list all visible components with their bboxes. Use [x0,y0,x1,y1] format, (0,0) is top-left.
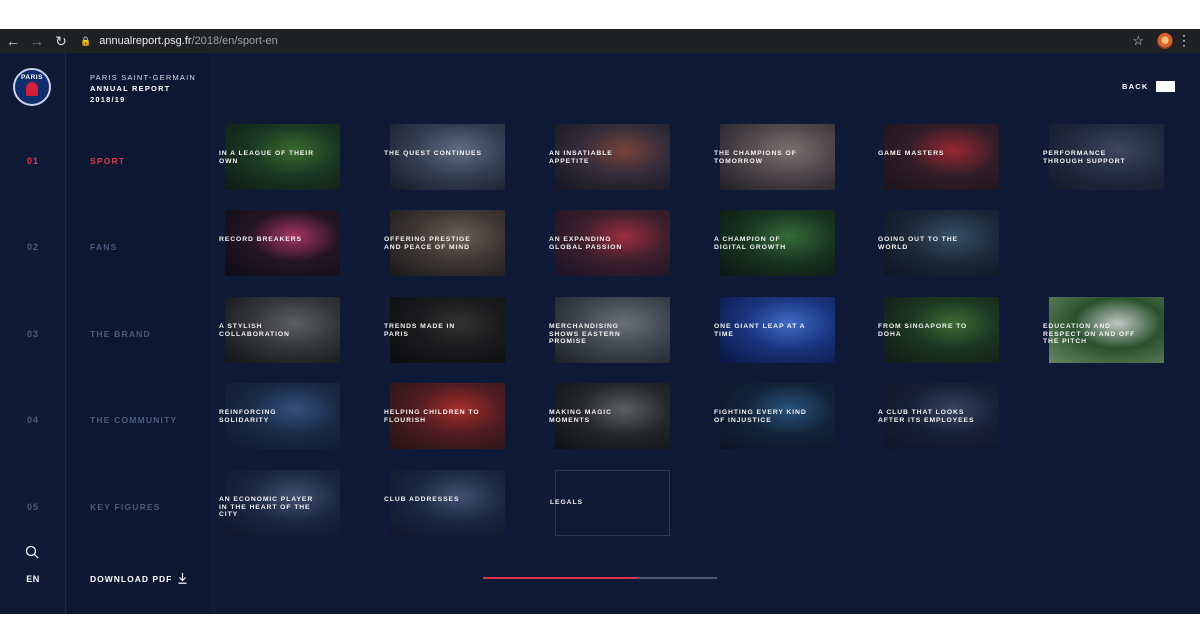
download-label: DOWNLOAD PDF [90,573,173,584]
lock-icon: 🔒 [80,35,92,46]
article-tile[interactable]: Club addresses [384,470,505,536]
article-title: The quest continues [384,150,482,157]
article-title: A champion of digital growth [714,236,787,251]
scroll-progress [483,577,717,579]
rail-number[interactable]: 03 [0,329,66,339]
article-tile[interactable]: In a league of their own [219,124,340,190]
article-tile[interactable]: Performance through support [1043,124,1164,190]
article-title: From Singapore to Doha [878,323,968,338]
menu-item-the-community[interactable]: THE COMMUNITY [90,415,177,425]
article-tile[interactable]: A stylish collaboration [219,297,340,363]
article-title: Club addresses [384,496,460,503]
article-tile[interactable]: Reinforcing solidarity [219,383,340,449]
rail-number[interactable]: 02 [0,242,66,252]
article-tile[interactable]: Offering prestige and peace of mind [384,210,505,276]
article-tile[interactable]: The champions of tomorrow [714,124,835,190]
article-tile[interactable]: An insatiable appetite [549,124,670,190]
reload-icon[interactable]: ↻ [50,31,72,51]
article-tile[interactable]: Education and respect on and off the pit… [1043,297,1164,363]
psg-logo[interactable]: PARIS [13,68,51,106]
article-title: A club that looks after its employees [878,409,975,424]
arrow-right-icon[interactable]: → [26,31,48,51]
menu-item-fans[interactable]: FANS [90,242,117,252]
article-title: In a league of their own [219,150,314,165]
article-title: An expanding global passion [549,236,623,251]
menu-item-sport[interactable]: SPORT [90,156,125,166]
url-path: /2018/en/sport-en [191,35,278,47]
article-tile[interactable]: From Singapore to Doha [878,297,999,363]
article-title: Offering prestige and peace of mind [384,236,471,251]
section-menu: PARIS SAINT-GERMAIN ANNUAL REPORT 2018/1… [66,53,210,614]
rail-number[interactable]: 05 [0,502,66,512]
article-title: Performance through support [1043,150,1126,165]
scroll-progress-fill [483,577,638,579]
rail-number[interactable]: 01 [0,156,66,166]
article-tile[interactable]: The quest continues [384,124,505,190]
article-tile[interactable]: A club that looks after its employees [878,383,999,449]
logo-text: PARIS [21,74,43,81]
left-rail: PARIS 01 02 03 04 05 EN [0,53,66,614]
menu-item-key-figures[interactable]: KEY FIGURES [90,502,161,512]
article-tile[interactable]: Trends made in Paris [384,297,505,363]
back-link[interactable]: BACK [1122,82,1148,91]
article-tile[interactable]: Making magic moments [549,383,670,449]
eiffel-tower-icon [26,82,38,96]
language-switch[interactable]: EN [0,574,66,584]
article-title: Going out to the world [878,236,958,251]
star-icon[interactable]: ☆ [1132,33,1144,49]
article-title: The champions of tomorrow [714,150,797,165]
article-title: Game masters [878,150,945,157]
article-tile[interactable]: An expanding global passion [549,210,670,276]
address-bar[interactable]: 🔒 annualreport.psg.fr/2018/en/sport-en [80,32,1130,50]
article-title: A stylish collaboration [219,323,290,338]
article-title: Fighting every kind of injustice [714,409,807,424]
article-tile[interactable]: Fighting every kind of injustice [714,383,835,449]
article-title: Merchandising shows eastern promise [549,323,621,345]
article-title: An economic player in the heart of the c… [219,496,314,518]
profile-avatar[interactable] [1157,33,1173,49]
article-title: Legals [550,499,583,506]
browser-toolbar: ← → ↻ 🔒 annualreport.psg.fr/2018/en/spor… [0,29,1200,53]
article-title: Making magic moments [549,409,612,424]
article-title: Education and respect on and off the pit… [1043,323,1136,345]
article-tile[interactable]: Going out to the world [878,210,999,276]
rail-number[interactable]: 04 [0,415,66,425]
search-icon[interactable] [25,545,39,559]
url-domain: annualreport.psg.fr [99,35,192,47]
article-tile[interactable]: Game masters [878,124,999,190]
article-tile[interactable]: Helping children to flourish [384,383,505,449]
article-tile[interactable]: Record breakers [219,210,340,276]
article-title: Record breakers [219,236,302,243]
season-label: 2018/19 [90,95,126,104]
arrow-left-icon[interactable]: ← [2,31,24,51]
article-title: Trends made in Paris [384,323,456,338]
article-title: Reinforcing solidarity [219,409,277,424]
article-tile[interactable]: An economic player in the heart of the c… [219,470,340,536]
article-tile[interactable]: Legals [550,470,670,536]
report-site: PARIS 01 02 03 04 05 EN PARIS SAINT-GERMAIN … [0,53,1200,614]
article-title: Helping children to flourish [384,409,480,424]
article-title: One giant leap at a time [714,323,806,338]
club-name: PARIS SAINT-GERMAIN [90,73,197,82]
back-box-icon[interactable] [1156,81,1175,92]
download-pdf-button[interactable]: DOWNLOAD PDF [90,573,187,584]
more-menu-icon[interactable]: ⋮ [1177,32,1191,49]
report-name: ANNUAL REPORT [90,84,171,93]
article-tile[interactable]: Merchandising shows eastern promise [549,297,670,363]
menu-item-the-brand[interactable]: THE BRAND [90,329,151,339]
article-tile[interactable]: A champion of digital growth [714,210,835,276]
download-icon [178,573,187,584]
article-title: An insatiable appetite [549,150,613,165]
article-tile[interactable]: One giant leap at a time [714,297,835,363]
brand-title: PARIS SAINT-GERMAIN ANNUAL REPORT 2018/1… [90,72,196,105]
